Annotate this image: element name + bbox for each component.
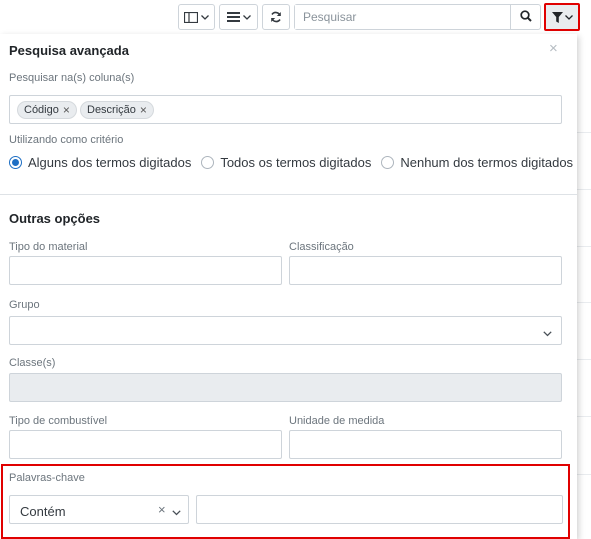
column-tag: Descrição × — [80, 101, 154, 119]
background-table-edge — [577, 34, 591, 539]
unit-field[interactable] — [289, 430, 562, 459]
chevron-down-icon — [564, 14, 573, 20]
criteria-radio-group: Alguns dos termos digitados Todos os ter… — [9, 155, 573, 170]
group-label: Grupo — [9, 299, 40, 311]
unit-label: Unidade de medida — [289, 415, 385, 427]
search-button[interactable] — [510, 5, 540, 29]
refresh-button[interactable] — [262, 4, 290, 30]
columns-toggle-button[interactable] — [178, 4, 215, 30]
keywords-highlight-box: Palavras-chave Contém × — [1, 464, 570, 539]
classes-label: Classe(s) — [9, 357, 56, 369]
radio-checked-icon[interactable] — [9, 156, 22, 169]
close-icon[interactable]: × — [549, 40, 558, 57]
chevron-down-icon — [172, 505, 181, 519]
classification-field[interactable] — [289, 256, 562, 285]
menu-lines-icon — [226, 12, 240, 22]
column-tag-label: Descrição — [87, 104, 136, 116]
chevron-down-icon — [201, 14, 209, 20]
chevron-down-icon — [543, 326, 552, 340]
remove-tag-icon[interactable]: × — [140, 103, 147, 117]
criteria-label: Utilizando como critério — [9, 134, 124, 146]
filter-icon — [551, 11, 563, 23]
advanced-search-panel: Pesquisa avançada × Pesquisar na(s) colu… — [0, 34, 577, 539]
panel-title: Pesquisa avançada — [9, 43, 129, 58]
search-input[interactable] — [295, 5, 510, 29]
keywords-operator-value: Contém — [20, 504, 66, 519]
criteria-option-label: Alguns dos termos digitados — [28, 155, 192, 170]
search-icon — [519, 9, 532, 25]
material-type-field[interactable] — [9, 256, 282, 285]
columns-tag-input[interactable]: Código × Descrição × — [9, 95, 562, 124]
clear-icon[interactable]: × — [158, 502, 166, 517]
section-divider — [0, 194, 577, 195]
radio-unchecked-icon[interactable] — [381, 156, 395, 169]
radio-unchecked-icon[interactable] — [201, 156, 215, 169]
criteria-option-label: Nenhum dos termos digitados — [400, 155, 574, 170]
toolbar — [0, 0, 591, 34]
classes-field — [9, 373, 562, 402]
criteria-option-some[interactable]: Alguns dos termos digitados — [9, 155, 191, 170]
column-tag: Código × — [17, 101, 77, 119]
column-tag-label: Código — [24, 104, 59, 116]
search-box — [294, 4, 541, 30]
keywords-label: Palavras-chave — [9, 472, 85, 484]
chevron-down-icon — [242, 14, 251, 20]
other-options-title: Outras opções — [9, 211, 101, 226]
keywords-input[interactable] — [196, 495, 563, 524]
group-select[interactable] — [9, 316, 562, 345]
search-columns-label: Pesquisar na(s) coluna(s) — [9, 72, 135, 84]
criteria-option-label: Todos os termos digitados — [220, 155, 372, 170]
fuel-type-field[interactable] — [9, 430, 282, 459]
keywords-operator-select[interactable]: Contém × — [9, 495, 189, 524]
criteria-option-none[interactable]: Nenhum dos termos digitados — [381, 155, 573, 170]
material-type-label: Tipo do material — [9, 241, 88, 253]
remove-tag-icon[interactable]: × — [63, 103, 70, 117]
classification-label: Classificação — [289, 241, 354, 253]
refresh-icon — [270, 11, 282, 23]
columns-icon — [184, 11, 198, 23]
advanced-filter-button[interactable] — [544, 3, 580, 31]
view-options-button[interactable] — [219, 4, 258, 30]
fuel-type-label: Tipo de combustível — [9, 415, 108, 427]
criteria-option-all[interactable]: Todos os termos digitados — [201, 155, 371, 170]
